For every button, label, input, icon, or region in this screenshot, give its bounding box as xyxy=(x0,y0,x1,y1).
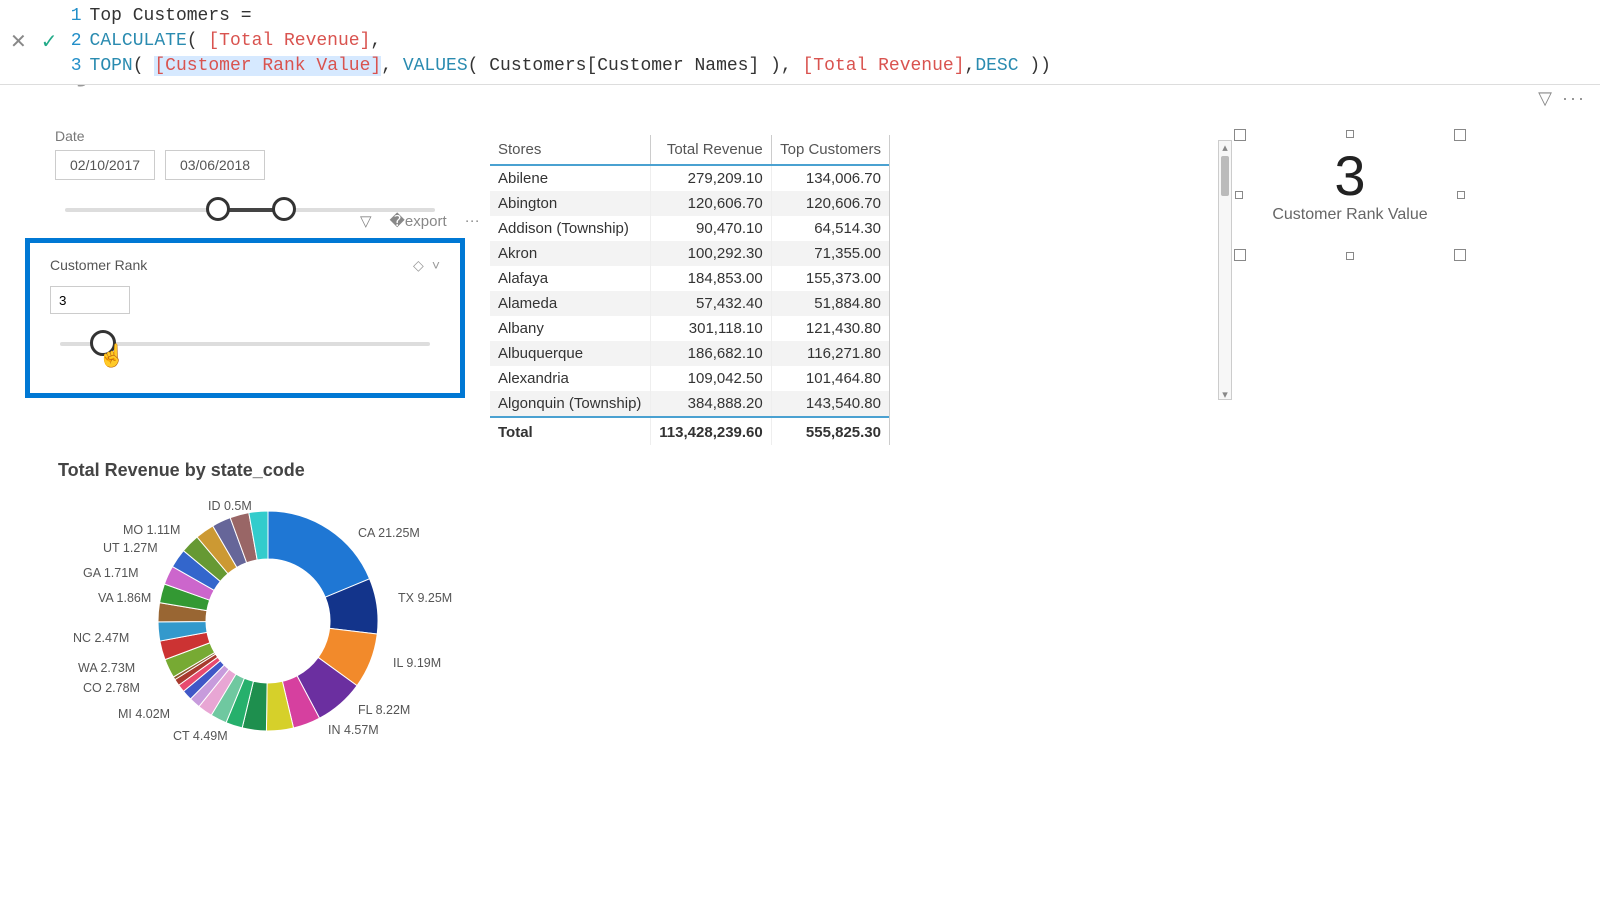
table-scrollbar[interactable]: ▴ ▾ xyxy=(1218,140,1232,400)
donut-label: UT 1.27M xyxy=(103,541,158,555)
donut-label: CA 21.25M xyxy=(358,526,420,540)
revenue-by-state-donut[interactable]: Total Revenue by state_code CA 21.25M TX … xyxy=(58,460,478,771)
donut-label: MO 1.11M xyxy=(123,523,180,537)
table-row[interactable]: Abilene279,209.10134,006.70 xyxy=(490,165,889,191)
donut-label: IN 4.57M xyxy=(328,723,379,737)
donut-label: NC 2.47M xyxy=(73,631,129,645)
donut-label: MI 4.02M xyxy=(118,707,170,721)
donut-label: CT 4.49M xyxy=(173,729,228,743)
stores-table[interactable]: StoresTotal RevenueTop Customers Abilene… xyxy=(490,135,890,445)
date-slicer-label: Date xyxy=(55,128,445,144)
date-handle-from[interactable] xyxy=(206,197,230,221)
date-from-input[interactable] xyxy=(55,150,155,180)
rank-slicer-label: Customer Rank xyxy=(50,257,147,274)
filter-icon[interactable]: ▽ xyxy=(1538,88,1552,109)
table-row[interactable]: Addison (Township)90,470.1064,514.30 xyxy=(490,216,889,241)
rank-range-track[interactable] xyxy=(60,342,430,346)
slicer-header-icons: ▽ �export ··· xyxy=(360,212,480,230)
chevron-down-icon[interactable]: ˅ xyxy=(432,257,440,274)
card-label: Customer Rank Value xyxy=(1240,206,1460,224)
column-header[interactable]: Top Customers xyxy=(771,135,889,165)
customer-rank-card[interactable]: 3 Customer Rank Value xyxy=(1240,135,1460,255)
ellipsis-icon[interactable]: ··· xyxy=(465,212,480,230)
more-options-icon[interactable]: ··· xyxy=(1562,88,1586,109)
eraser-icon[interactable]: ◇ xyxy=(413,257,424,274)
commit-icon[interactable]: ✓ xyxy=(41,29,58,54)
donut-label: FL 8.22M xyxy=(358,703,410,717)
date-handle-to[interactable] xyxy=(272,197,296,221)
donut-label: TX 9.25M xyxy=(398,591,452,605)
card-value: 3 xyxy=(1240,143,1460,208)
table-row[interactable]: Abington120,606.70120,606.70 xyxy=(490,191,889,216)
cancel-icon[interactable]: ✕ xyxy=(10,29,27,54)
column-header[interactable]: Stores xyxy=(490,135,650,165)
export-icon[interactable]: �export xyxy=(390,212,447,230)
focus-mode-icon[interactable]: ▽ xyxy=(360,212,372,230)
table-row[interactable]: Alexandria109,042.50101,464.80 xyxy=(490,366,889,391)
customer-rank-slicer[interactable]: Customer Rank ◇ ˅ ☝ xyxy=(25,238,465,398)
date-slicer[interactable]: Date xyxy=(55,128,445,212)
donut-label: ID 0.5M xyxy=(208,499,252,513)
formula-bar: ✕ ✓ 1Top Customers =2CALCULATE( [Total R… xyxy=(0,0,1600,85)
donut-label: GA 1.71M xyxy=(83,566,139,580)
column-header[interactable]: Total Revenue xyxy=(650,135,771,165)
table-row[interactable]: Akron100,292.3071,355.00 xyxy=(490,241,889,266)
formula-editor[interactable]: 1Top Customers =2CALCULATE( [Total Reven… xyxy=(68,4,1051,80)
table-row[interactable]: Alameda57,432.4051,884.80 xyxy=(490,291,889,316)
table-row[interactable]: Algonquin (Township)384,888.20143,540.80 xyxy=(490,391,889,417)
table-row[interactable]: Albany301,118.10121,430.80 xyxy=(490,316,889,341)
donut-label: IL 9.19M xyxy=(393,656,441,670)
rank-value-input[interactable] xyxy=(50,286,130,314)
table-row[interactable]: Alafaya184,853.00155,373.00 xyxy=(490,266,889,291)
date-to-input[interactable] xyxy=(165,150,265,180)
report-canvas: ▽ ··· Date ▽ �export ··· Customer Rank ◇… xyxy=(0,80,1600,900)
rank-handle[interactable] xyxy=(90,330,116,356)
donut-label: CO 2.78M xyxy=(83,681,140,695)
donut-label: VA 1.86M xyxy=(98,591,151,605)
table-row[interactable]: Albuquerque186,682.10116,271.80 xyxy=(490,341,889,366)
donut-title: Total Revenue by state_code xyxy=(58,460,478,481)
donut-label: WA 2.73M xyxy=(78,661,135,675)
